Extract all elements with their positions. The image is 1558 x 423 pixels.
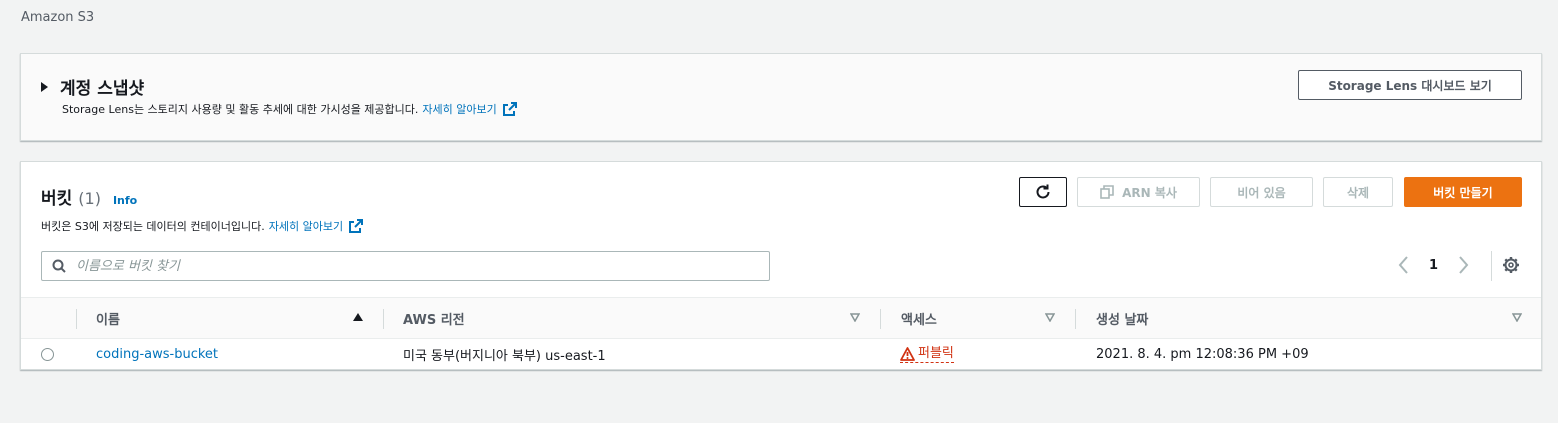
create-bucket-button[interactable]: 버킷 만들기: [1404, 177, 1522, 207]
column-divider: [880, 309, 881, 329]
storage-lens-dashboard-button[interactable]: Storage Lens 대시보드 보기: [1298, 70, 1522, 100]
bucket-search[interactable]: [41, 251, 770, 281]
empty-bucket-button[interactable]: 비어 있음: [1210, 177, 1313, 207]
buckets-description-text: 버킷은 S3에 저장되는 데이터의 컨테이너입니다.: [41, 220, 265, 233]
sort-icon[interactable]: [1045, 312, 1055, 322]
external-link-icon[interactable]: [502, 102, 517, 116]
bucket-created-cell: 2021. 8. 4. pm 12:08:36 PM +09: [1096, 339, 1309, 370]
warning-icon: [900, 347, 915, 361]
buckets-count: (1): [78, 189, 101, 208]
copy-icon: [1100, 185, 1114, 199]
refresh-button[interactable]: [1019, 177, 1067, 207]
buckets-info-link[interactable]: Info: [113, 194, 137, 207]
chevron-right-icon[interactable]: [1456, 254, 1470, 276]
column-access-label: 액세스: [901, 313, 937, 328]
bucket-access-label: 퍼블릭: [918, 346, 954, 361]
snapshot-description-text: Storage Lens는 스토리지 사용량 및 활동 추세에 대한 가시성을 …: [62, 103, 419, 116]
table-row[interactable]: coding-aws-bucket 미국 동부(버지니아 북부) us-east…: [21, 339, 1541, 370]
bucket-region: 미국 동부(버지니아 북부) us-east-1: [403, 349, 606, 364]
buckets-table-header: 이름 AWS 리전 액세스 생성 날짜: [21, 297, 1541, 339]
caret-right-icon: [41, 81, 48, 92]
column-header-region[interactable]: AWS 리전: [403, 298, 465, 339]
gear-icon[interactable]: [1502, 256, 1520, 274]
pager-divider: [1491, 251, 1492, 281]
column-name-label: 이름: [96, 313, 120, 328]
refresh-icon: [1036, 184, 1050, 199]
bucket-name-cell: coding-aws-bucket: [96, 339, 218, 370]
copy-arn-button[interactable]: ARN 복사: [1077, 177, 1200, 207]
column-created-label: 생성 날짜: [1096, 313, 1149, 328]
account-snapshot-panel: 계정 스냅샷 Storage Lens는 스토리지 사용량 및 활동 추세에 대…: [20, 53, 1542, 141]
bucket-access-status[interactable]: 퍼블릭: [900, 346, 954, 363]
delete-bucket-button[interactable]: 삭제: [1323, 177, 1393, 207]
column-header-access[interactable]: 액세스: [901, 298, 937, 339]
snapshot-learn-more-link[interactable]: 자세히 알아보기: [422, 101, 496, 117]
breadcrumb[interactable]: Amazon S3: [21, 10, 94, 25]
sort-icon[interactable]: [1512, 312, 1522, 322]
account-snapshot-description: Storage Lens는 스토리지 사용량 및 활동 추세에 대한 가시성을 …: [62, 101, 517, 117]
buckets-learn-more-link[interactable]: 자세히 알아보기: [269, 218, 343, 234]
bucket-search-input[interactable]: [76, 258, 769, 274]
sort-ascending-icon[interactable]: [353, 312, 363, 322]
page-number[interactable]: 1: [1429, 258, 1438, 273]
bucket-created: 2021. 8. 4. pm 12:08:36 PM +09: [1096, 347, 1309, 362]
sort-icon[interactable]: [850, 312, 860, 322]
buckets-header: 버킷 (1) Info: [41, 184, 137, 209]
bucket-access-cell: 퍼블릭: [900, 339, 954, 370]
account-snapshot-title: 계정 스냅샷: [60, 79, 145, 99]
column-header-name[interactable]: 이름: [96, 298, 120, 339]
column-region-label: AWS 리전: [403, 313, 465, 328]
buckets-description: 버킷은 S3에 저장되는 데이터의 컨테이너입니다. 자세히 알아보기: [41, 218, 364, 234]
column-divider: [76, 309, 77, 329]
buckets-panel: 버킷 (1) Info 버킷은 S3에 저장되는 데이터의 컨테이너입니다. 자…: [20, 161, 1542, 370]
bucket-name-link[interactable]: coding-aws-bucket: [96, 347, 218, 362]
column-divider: [383, 309, 384, 329]
copy-arn-label: ARN 복사: [1122, 185, 1177, 200]
chevron-left-icon[interactable]: [1397, 254, 1411, 276]
bucket-region-cell: 미국 동부(버지니아 북부) us-east-1: [403, 339, 606, 370]
account-snapshot-toggle[interactable]: 계정 스냅샷: [41, 74, 144, 99]
external-link-icon[interactable]: [349, 219, 364, 233]
column-header-created[interactable]: 생성 날짜: [1096, 298, 1148, 339]
column-divider: [1075, 309, 1076, 329]
row-select-radio[interactable]: [41, 348, 54, 361]
buckets-title: 버킷: [41, 189, 73, 209]
row-select-cell[interactable]: [41, 339, 54, 370]
search-icon: [52, 259, 66, 273]
